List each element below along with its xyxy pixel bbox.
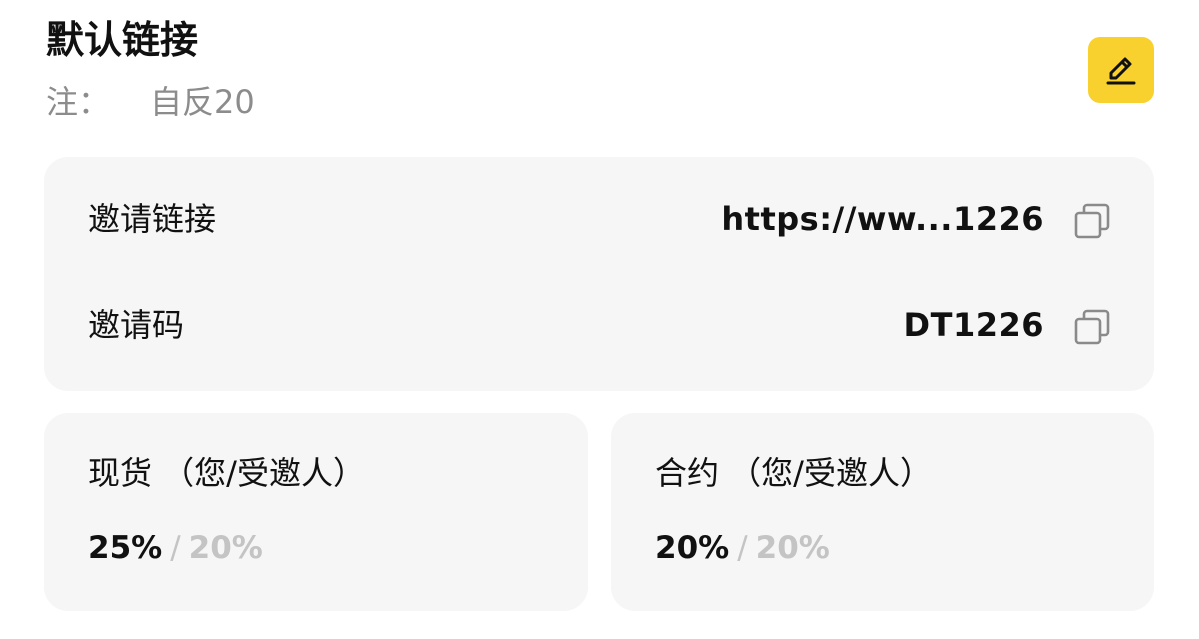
invite-link-value: https://ww...1226: [721, 200, 1044, 238]
note-label: 注：: [46, 83, 111, 121]
futures-rate-title: 合约 （您/受邀人）: [655, 454, 932, 492]
rate-separator: /: [737, 530, 748, 566]
rate-separator: /: [170, 530, 181, 566]
copy-code-button[interactable]: [1072, 307, 1112, 347]
invite-code-row: 邀请码 DT1226: [44, 295, 1154, 355]
copy-icon: [1074, 309, 1110, 345]
futures-rate-card: 合约 （您/受邀人） 20%/20%: [611, 413, 1154, 611]
referral-link-panel: 默认链接 注： 自反20 邀请链接 https://ww...1226 邀请码 D…: [0, 0, 1199, 639]
edit-link-button[interactable]: [1088, 37, 1154, 103]
spot-my-rate: 25%: [88, 530, 163, 566]
futures-invitee-rate: 20%: [755, 530, 830, 566]
pencil-icon: [1106, 57, 1136, 85]
copy-link-button[interactable]: [1072, 201, 1112, 241]
invite-link-label: 邀请链接: [88, 200, 217, 238]
spot-rate-values: 25%/20%: [88, 525, 263, 571]
spot-rate-card: 现货 （您/受邀人） 25%/20%: [44, 413, 588, 611]
copy-icon: [1074, 203, 1110, 239]
spot-invitee-rate: 20%: [188, 530, 263, 566]
spot-rate-title: 现货 （您/受邀人）: [88, 454, 365, 492]
link-note: 注： 自反20: [46, 78, 255, 126]
invite-code-label: 邀请码: [88, 306, 185, 344]
futures-rate-values: 20%/20%: [655, 525, 830, 571]
futures-my-rate: 20%: [655, 530, 730, 566]
invite-code-value: DT1226: [903, 306, 1044, 344]
page-title: 默认链接: [46, 18, 199, 62]
invite-info-card: 邀请链接 https://ww...1226 邀请码 DT1226: [44, 157, 1154, 391]
note-value: 自反20: [150, 83, 255, 121]
invite-link-row: 邀请链接 https://ww...1226: [44, 189, 1154, 249]
